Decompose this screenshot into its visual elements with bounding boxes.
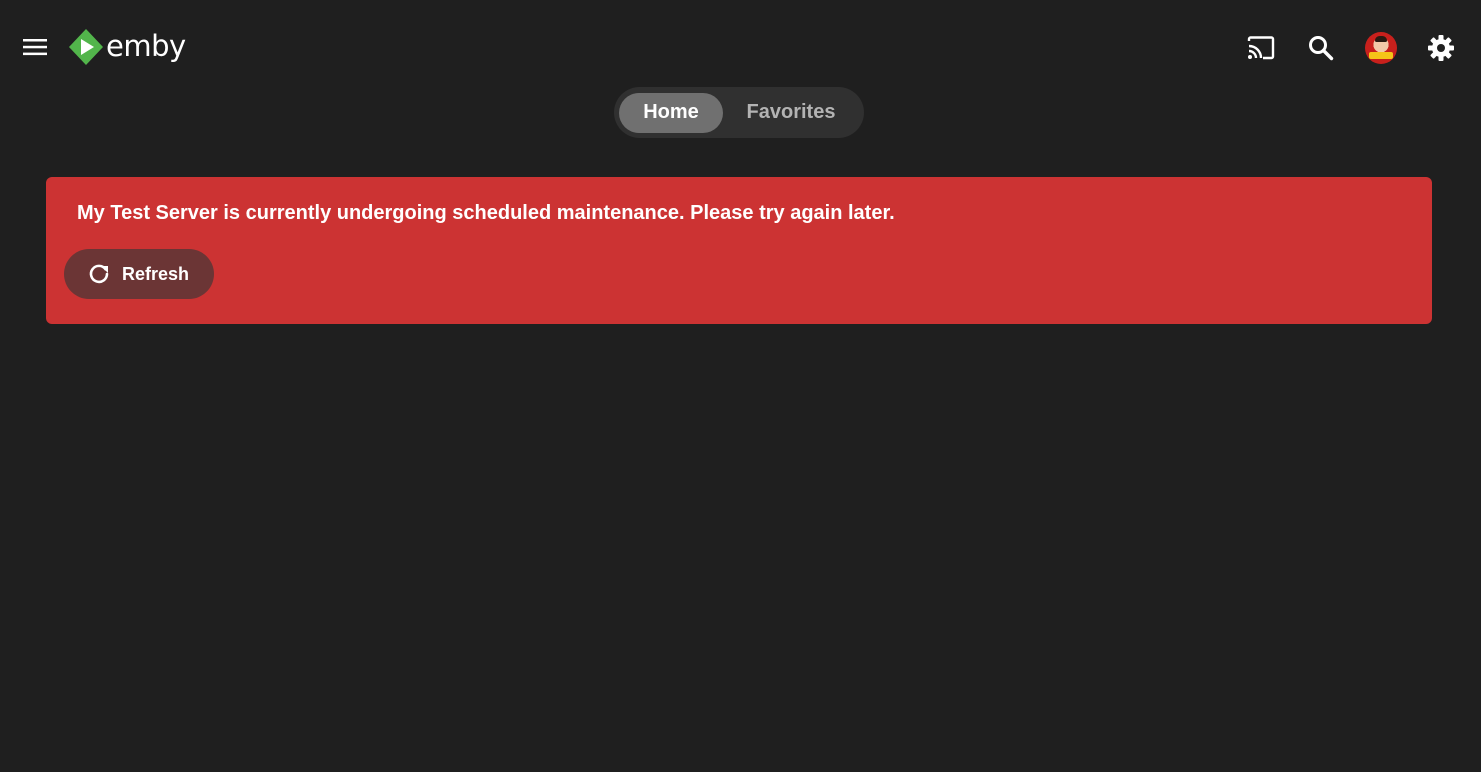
refresh-label: Refresh: [122, 263, 190, 284]
header-actions: [1241, 28, 1461, 68]
gear-icon: [1428, 35, 1454, 61]
maintenance-alert: My Test Server is currently undergoing s…: [46, 177, 1432, 324]
menu-button[interactable]: [18, 30, 52, 64]
refresh-button[interactable]: Refresh: [64, 249, 214, 299]
search-icon: [1309, 36, 1334, 61]
settings-button[interactable]: [1421, 28, 1461, 68]
tab-favorites[interactable]: Favorites: [723, 93, 859, 133]
cast-button[interactable]: [1241, 28, 1281, 68]
emby-logo[interactable]: emby: [69, 29, 186, 65]
hamburger-menu-icon: [23, 39, 47, 56]
app-root: emby Home Favorites My Test Server is cu…: [0, 0, 1481, 772]
header: emby: [0, 0, 1481, 96]
logo-text: emby: [106, 28, 186, 63]
user-menu-button[interactable]: [1361, 28, 1401, 68]
home-tabs: Home Favorites: [614, 87, 864, 138]
emby-logo-icon: [69, 29, 103, 65]
user-avatar: [1365, 32, 1397, 64]
refresh-icon: [89, 264, 109, 284]
alert-message: My Test Server is currently undergoing s…: [77, 202, 895, 224]
search-button[interactable]: [1301, 28, 1341, 68]
tab-home[interactable]: Home: [619, 92, 723, 133]
tab-favorites-label: Favorites: [746, 101, 836, 123]
cast-icon: [1247, 36, 1275, 60]
tab-home-label: Home: [643, 101, 699, 123]
